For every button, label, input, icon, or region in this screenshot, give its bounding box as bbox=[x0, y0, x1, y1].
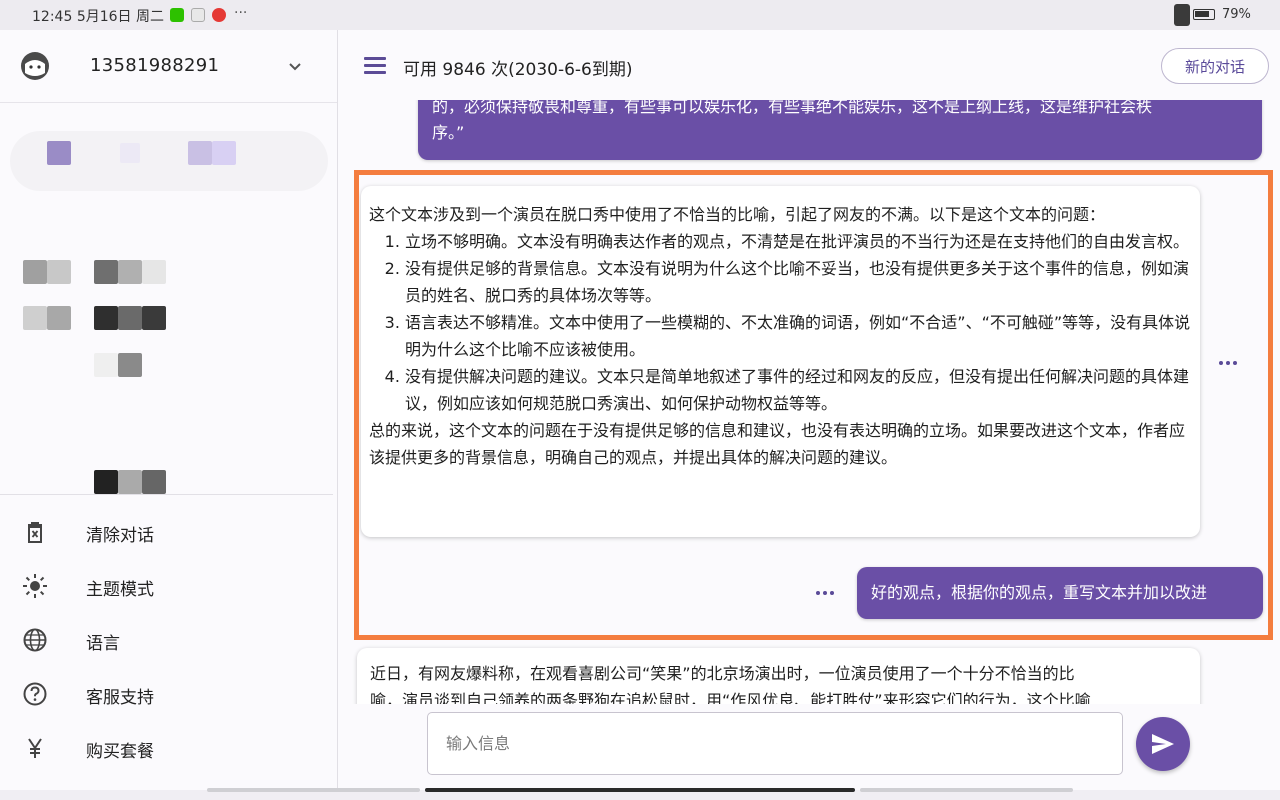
message-text: 近日，有网友爆料称，在观看喜剧公司“笑果”的北京场演出时，一位演员使用了一个十分… bbox=[370, 664, 1075, 683]
menu-item-buy-plan[interactable]: 购买套餐 bbox=[0, 720, 337, 774]
status-more: ··· bbox=[234, 5, 248, 21]
theme-icon bbox=[23, 574, 47, 598]
menu-label: 客服支持 bbox=[86, 688, 154, 708]
yen-icon bbox=[28, 738, 42, 758]
chat-scroll-area[interactable]: 的，必须保持敬畏和尊重，有些事可以娱乐化，有些事绝不能娱乐，这不是上纲上线，这是… bbox=[338, 100, 1280, 704]
redaction-block bbox=[142, 306, 166, 330]
composer bbox=[338, 704, 1280, 790]
battery-percent: 79% bbox=[1222, 7, 1251, 22]
assistant-message: 这个文本涉及到一个演员在脱口秀中使用了不恰当的比喻，引起了网友的不满。以下是这个… bbox=[361, 186, 1200, 537]
message-text: 好的观点，根据你的观点，重写文本并加以改进 bbox=[871, 583, 1208, 602]
globe-icon bbox=[23, 628, 47, 652]
reply-intro: 这个文本涉及到一个演员在脱口秀中使用了不恰当的比喻，引起了网友的不满。以下是这个… bbox=[369, 205, 1106, 224]
menu-item-language[interactable]: 语言 bbox=[0, 612, 337, 666]
hamburger-menu-icon[interactable] bbox=[364, 57, 386, 75]
wechat-icon bbox=[170, 8, 184, 22]
chevron-down-icon[interactable] bbox=[286, 57, 304, 75]
send-icon bbox=[1152, 734, 1174, 754]
reply-list: 立场不够明确。文本没有明确表达作者的观点，不清楚是在批评演员的不当行为还是在支持… bbox=[369, 228, 1192, 417]
user-message: 的，必须保持敬畏和尊重，有些事可以娱乐化，有些事绝不能娱乐，这不是上纲上线，这是… bbox=[418, 100, 1262, 160]
menu-item-theme[interactable]: 主题模式 bbox=[0, 558, 337, 612]
chat-header: 可用 9846 次(2030-6-6到期) 新的对话 bbox=[338, 30, 1280, 100]
account-phone: 13581988291 bbox=[90, 55, 220, 76]
message-text: 的，必须保持敬畏和尊重，有些事可以娱乐化，有些事绝不能娱乐，这不是上纲上线，这是… bbox=[432, 100, 1153, 116]
redaction-block bbox=[47, 141, 71, 165]
app-notification-icon bbox=[191, 8, 205, 22]
nav-indicator[interactable] bbox=[425, 788, 855, 792]
redaction-block bbox=[23, 260, 47, 284]
battery-icon bbox=[1193, 9, 1215, 20]
redaction-block bbox=[118, 353, 142, 377]
redaction-block bbox=[23, 306, 47, 330]
assistant-message: 近日，有网友爆料称，在观看喜剧公司“笑果”的北京场演出时，一位演员使用了一个十分… bbox=[357, 648, 1200, 704]
new-chat-button[interactable]: 新的对话 bbox=[1161, 48, 1269, 84]
user-message: 好的观点，根据你的观点，重写文本并加以改进 bbox=[857, 567, 1263, 619]
message-text: 喻，演员谈到自己领养的两条野狗在追松鼠时，用“作风优良、能打胜仗”来形容它们的行… bbox=[370, 691, 1091, 704]
menu-label: 语言 bbox=[86, 634, 120, 654]
sidebar: 13581988291 清除对话 主题模式 语言 客服支持 购买套餐 bbox=[0, 30, 338, 790]
signal-icon bbox=[1174, 4, 1190, 26]
redaction-block bbox=[188, 141, 212, 165]
reply-list-item: 语言表达不够精准。文本中使用了一些模糊的、不太准确的词语，例如“不合适”、“不可… bbox=[405, 309, 1192, 363]
menu-item-support[interactable]: 客服支持 bbox=[0, 666, 337, 720]
reply-list-item: 没有提供足够的背景信息。文本没有说明为什么这个比喻不妥当，也没有提供更多关于这个… bbox=[405, 255, 1192, 309]
redaction-block bbox=[94, 353, 118, 377]
usage-quota: 可用 9846 次(2030-6-6到期) bbox=[403, 60, 633, 80]
redaction-block bbox=[212, 141, 236, 165]
status-time: 12:45 5月16日 周二 bbox=[32, 9, 164, 25]
redaction-block bbox=[47, 306, 71, 330]
reply-list-item: 立场不够明确。文本没有明确表达作者的观点，不清楚是在批评演员的不当行为还是在支持… bbox=[405, 228, 1192, 255]
menu-item-clear-conversation[interactable]: 清除对话 bbox=[0, 504, 337, 558]
reply-summary: 总的来说，这个文本的问题在于没有提供足够的信息和建议，也没有表达明确的立场。如果… bbox=[369, 421, 1186, 467]
menu-label: 清除对话 bbox=[86, 526, 154, 546]
redaction-block bbox=[47, 260, 71, 284]
menu-label: 购买套餐 bbox=[86, 742, 154, 762]
more-options-icon[interactable] bbox=[816, 589, 840, 597]
message-text: 序。” bbox=[432, 123, 465, 142]
status-bar: 12:45 5月16日 周二 ··· 79% bbox=[0, 0, 1280, 30]
send-button[interactable] bbox=[1136, 717, 1190, 771]
main-panel: 可用 9846 次(2030-6-6到期) 新的对话 的，必须保持敬畏和尊重，有… bbox=[338, 30, 1280, 790]
sidebar-divider bbox=[0, 494, 333, 495]
redaction-block bbox=[94, 260, 118, 284]
reply-list-item: 没有提供解决问题的建议。文本只是简单地叙述了事件的经过和网友的反应，但没有提出任… bbox=[405, 363, 1192, 417]
redaction-block bbox=[118, 306, 142, 330]
redaction-block bbox=[94, 470, 118, 494]
more-options-icon[interactable] bbox=[1219, 359, 1243, 367]
help-icon bbox=[23, 682, 47, 706]
menu-label: 主题模式 bbox=[86, 580, 154, 600]
redaction-block bbox=[142, 470, 166, 494]
conversation-history-redacted bbox=[0, 103, 337, 495]
redaction-block bbox=[118, 260, 142, 284]
trash-icon bbox=[28, 522, 42, 543]
nav-indicator bbox=[860, 788, 1073, 792]
avatar-icon bbox=[21, 52, 49, 80]
message-input[interactable] bbox=[427, 712, 1123, 775]
redaction-block bbox=[118, 470, 142, 494]
redaction-block bbox=[120, 143, 140, 163]
account-switcher[interactable]: 13581988291 bbox=[0, 30, 337, 103]
redaction-block bbox=[94, 306, 118, 330]
nav-indicator bbox=[207, 788, 420, 792]
redaction-block bbox=[142, 260, 166, 284]
app-notification-icon-2 bbox=[212, 8, 226, 22]
